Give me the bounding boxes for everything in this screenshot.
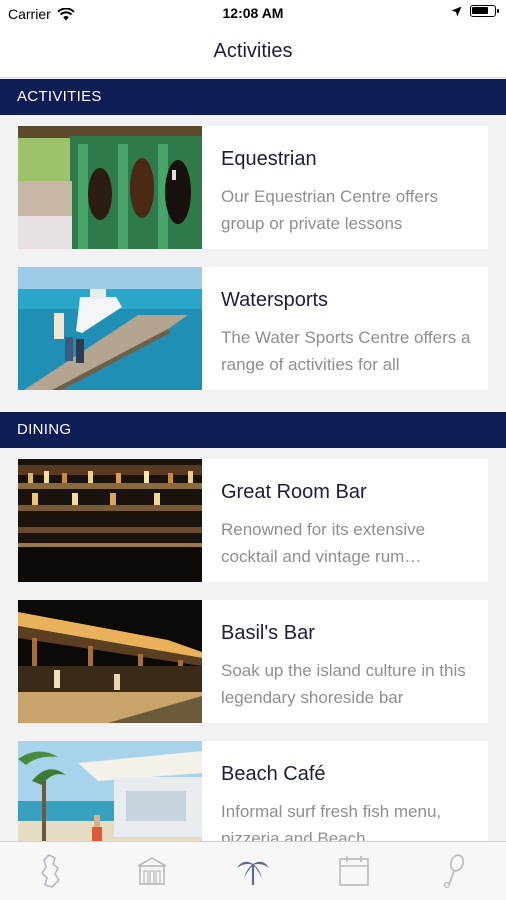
tab-resort[interactable]	[101, 842, 202, 900]
card-body: Equestrian Our Equestrian Centre offers …	[202, 126, 488, 249]
card-description: Our Equestrian Centre offers group or pr…	[221, 187, 439, 233]
location-arrow-icon	[451, 6, 462, 16]
card-body: Basil's Bar Soak up the island culture i…	[202, 600, 488, 723]
tab-island-map[interactable]	[0, 842, 101, 900]
battery-icon	[470, 5, 499, 17]
card-body: Great Room Bar Renowned for its extensiv…	[202, 459, 488, 582]
tab-bar	[0, 841, 506, 900]
page-title: Activities	[213, 40, 293, 62]
card-description: Soak up the island culture in this legen…	[221, 661, 466, 707]
island-map-icon	[40, 854, 60, 888]
card-body: Beach Café Informal surf fresh fish menu…	[202, 741, 488, 841]
tab-sports[interactable]	[405, 842, 506, 900]
list-item-great-room-bar[interactable]: Great Room Bar Renowned for its extensiv…	[18, 459, 488, 582]
status-bar: Carrier 12:08 AM	[0, 0, 506, 28]
section-list-dining: Great Room Bar Renowned for its extensiv…	[0, 448, 506, 841]
app-screen: Carrier 12:08 AM Activities ACTIVITIES E…	[0, 0, 506, 900]
building-icon	[137, 857, 167, 885]
list-item-watersports[interactable]: Watersports The Water Sports Centre offe…	[18, 267, 488, 390]
activities-list[interactable]: ACTIVITIES Equestrian Our Equestrian Cen…	[0, 79, 506, 841]
card-title: Equestrian	[221, 148, 317, 170]
tab-calendar[interactable]	[304, 842, 405, 900]
navigation-bar: Activities	[0, 28, 506, 78]
section-list-activities: Equestrian Our Equestrian Centre offers …	[0, 115, 506, 412]
card-description: Informal surf fresh fish menu, pizzeria …	[221, 802, 442, 841]
list-item-basils-bar[interactable]: Basil's Bar Soak up the island culture i…	[18, 600, 488, 723]
card-title: Great Room Bar	[221, 481, 367, 503]
calendar-icon	[339, 856, 370, 886]
list-item-equestrian[interactable]: Equestrian Our Equestrian Centre offers …	[18, 126, 488, 249]
status-right	[451, 5, 499, 17]
card-description: Renowned for its extensive cocktail and …	[221, 520, 426, 566]
card-title: Beach Café	[221, 763, 326, 785]
beach-cafe-photo	[18, 741, 202, 841]
card-description: The Water Sports Centre offers a range o…	[221, 328, 471, 374]
status-time: 12:08 AM	[222, 5, 284, 21]
section-header-dining: DINING	[0, 412, 506, 448]
tab-activities[interactable]	[202, 842, 303, 900]
watersports-photo	[18, 267, 202, 390]
tennis-racket-icon	[444, 854, 465, 889]
card-title: Watersports	[221, 289, 329, 311]
card-title: Basil's Bar	[221, 622, 315, 644]
battery-fill	[472, 7, 488, 14]
great-room-bar-photo	[18, 459, 202, 582]
equestrian-photo	[18, 126, 202, 249]
card-body: Watersports The Water Sports Centre offe…	[202, 267, 488, 390]
section-header-activities: ACTIVITIES	[0, 79, 506, 115]
list-item-beach-cafe[interactable]: Beach Café Informal surf fresh fish menu…	[18, 741, 488, 841]
basils-bar-photo	[18, 600, 202, 723]
palm-tree-icon	[237, 861, 269, 885]
